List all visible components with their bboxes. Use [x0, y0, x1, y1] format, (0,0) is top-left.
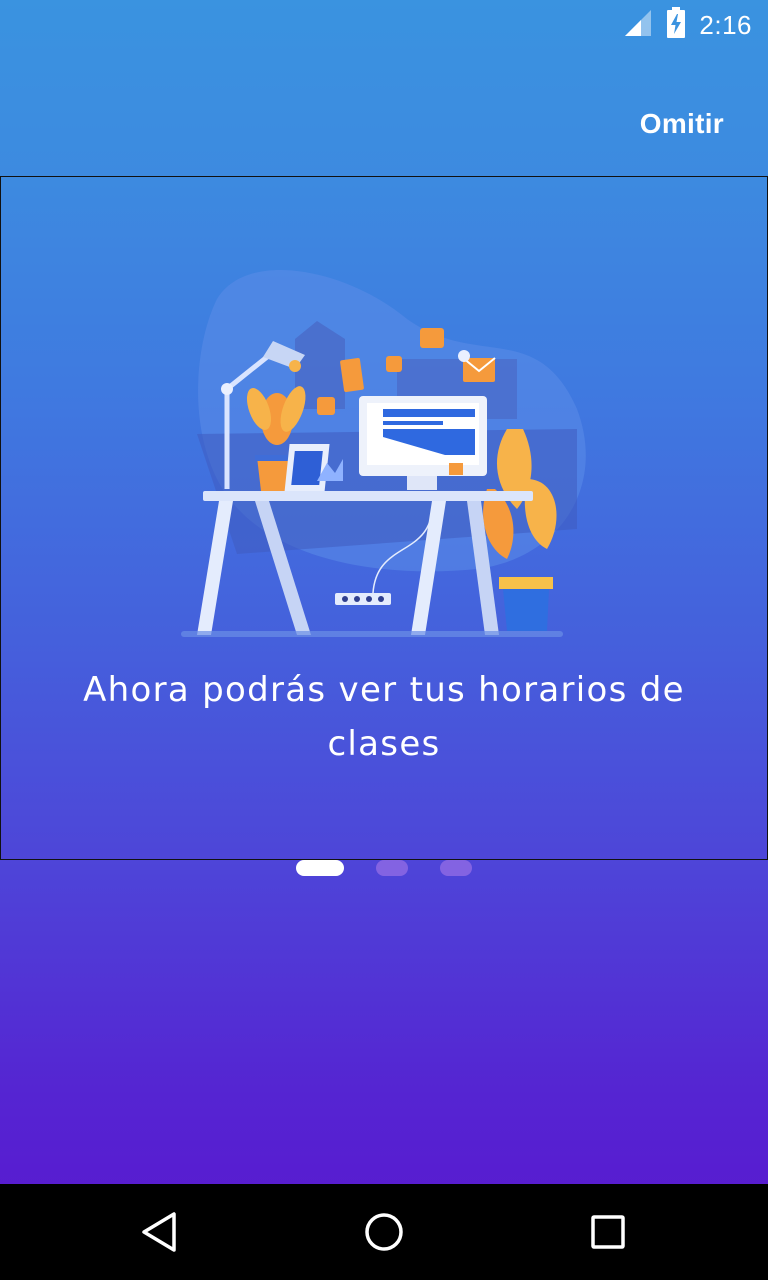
page-dot-1[interactable]	[296, 860, 344, 876]
page-dot-3[interactable]	[440, 860, 472, 876]
desk-workspace-illustration	[177, 259, 593, 639]
slide-text: Ahora podrás ver tus horarios de clases	[83, 670, 685, 764]
battery-charging-icon	[665, 7, 687, 43]
home-icon[interactable]	[360, 1208, 408, 1256]
top-bar: Omitir	[0, 50, 768, 176]
cell-signal-icon	[623, 8, 653, 42]
status-icons: 2:16	[623, 7, 752, 43]
onboarding-pager[interactable]: Ahora podrás ver tus horarios de clases	[0, 176, 768, 860]
skip-button[interactable]: Omitir	[640, 108, 724, 140]
status-time: 2:16	[699, 9, 752, 40]
page-indicator	[0, 860, 768, 876]
status-bar: 2:16	[0, 0, 768, 50]
page-dot-2[interactable]	[376, 860, 408, 876]
recents-icon[interactable]	[584, 1208, 632, 1256]
navigation-bar	[0, 1184, 768, 1280]
back-icon[interactable]	[136, 1208, 184, 1256]
